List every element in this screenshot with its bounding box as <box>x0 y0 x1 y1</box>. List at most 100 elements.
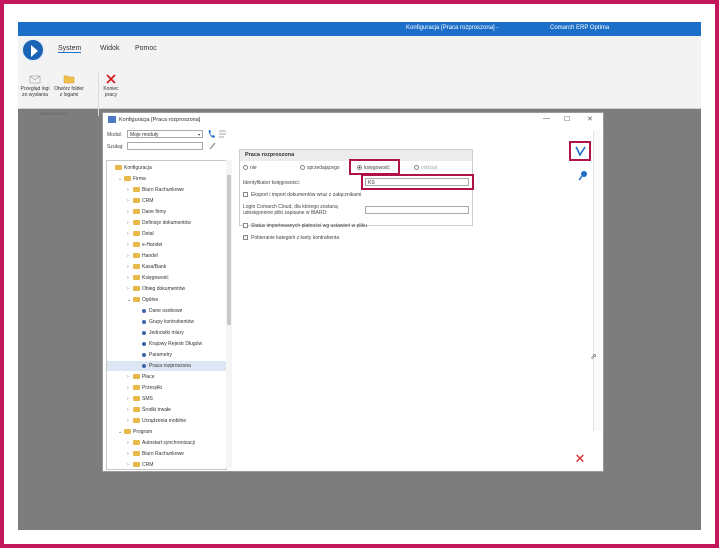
key-icon[interactable] <box>577 170 589 182</box>
tree-item[interactable]: › Dane firmy <box>107 207 226 217</box>
status-platnosci-label: Status importowanych płatności wg ustawi… <box>251 223 367 229</box>
tree-item[interactable]: › e-Handel <box>107 240 226 250</box>
tree-item[interactable]: Jednostki miary <box>107 328 226 338</box>
tree-item-label: Środki trwałe <box>142 407 171 413</box>
folder-icon <box>133 209 140 215</box>
window-close-icon[interactable]: ✕ <box>587 115 593 123</box>
tree-item[interactable]: › Kasa/Bank <box>107 262 226 272</box>
app-titlebar: Konfiguracja [Praca rozproszona] - Comar… <box>18 22 701 36</box>
folder-icon <box>133 231 140 237</box>
tree-item[interactable]: › CRM <box>107 196 226 206</box>
mouse-cursor-icon: ⇗ <box>590 352 597 361</box>
status-platnosci-checkbox[interactable]: Status importowanych płatności wg ustawi… <box>243 223 367 229</box>
dialog-right-scrollbar[interactable] <box>593 131 602 431</box>
tree-item[interactable]: ⌄ Ogólne <box>107 295 226 305</box>
radio-nie[interactable]: nie <box>243 165 257 171</box>
tree-item[interactable]: › Środki trwałe <box>107 405 226 415</box>
tree-item[interactable]: ⌄ Program <box>107 427 226 437</box>
tab-widok[interactable]: Widok <box>100 45 119 52</box>
tree-item-label: Konfiguracja <box>124 165 152 171</box>
tab-system[interactable]: System <box>58 45 82 53</box>
tree-item[interactable]: › Urządzenia mobilne <box>107 416 226 426</box>
maximize-icon[interactable]: ☐ <box>564 115 570 123</box>
tree-item[interactable]: › SMS <box>107 394 226 404</box>
folder-icon <box>63 75 75 84</box>
tree-item[interactable]: › CRM <box>107 460 226 469</box>
modul-label: Moduł: <box>107 132 123 138</box>
tree-item-label: CRM <box>142 198 154 204</box>
export-import-label: Eksport i import dokumentów wraz z załąc… <box>251 192 362 198</box>
tree-item[interactable]: › Definicje dokumentów <box>107 218 226 228</box>
tree-item[interactable]: Praca rozproszona <box>107 361 226 371</box>
przeglad-logi-label: Przegląd logi zo wysłania <box>20 86 50 98</box>
save-button[interactable] <box>569 141 591 161</box>
tree-item-label: Dane osobowe <box>149 308 183 314</box>
tree-scrollbar[interactable] <box>226 160 232 468</box>
login-input[interactable] <box>365 206 469 214</box>
folder-icon <box>133 396 140 402</box>
folder-icon <box>133 385 140 391</box>
modul-select[interactable]: Moje moduły ▾ <box>127 130 203 138</box>
kategorie-checkbox[interactable]: Pobieranie kategorii z karty kontrahenta <box>243 235 339 241</box>
login-label: Login Comarch Cloud, dla którego zostaną… <box>243 204 338 216</box>
tree-item[interactable]: › Biuro Rachunkowe <box>107 449 226 459</box>
tree-item-label: Biuro Rachunkowe <box>142 451 184 457</box>
tree-item[interactable]: Grupy kontrahentów <box>107 317 226 327</box>
modul-select-value: Moje moduły <box>130 132 159 138</box>
otworz-folder-button[interactable]: Otwórz folder z logami <box>52 74 86 98</box>
folder-icon <box>133 451 140 457</box>
kategorie-box <box>243 235 248 241</box>
app-logo-icon[interactable] <box>21 38 45 62</box>
minimize-icon[interactable]: — <box>543 115 550 122</box>
tree-item-label: Grupy kontrahentów <box>149 319 195 325</box>
tree-item[interactable]: Dane osobowe <box>107 306 226 316</box>
radio-oddzial[interactable]: oddział <box>414 165 437 171</box>
list-filter-icon[interactable] <box>218 129 227 139</box>
tree-item[interactable]: › Płace <box>107 372 226 382</box>
tree-item-label: Przesyłki <box>142 385 163 391</box>
export-import-checkbox[interactable]: Eksport i import dokumentów wraz z załąc… <box>243 192 361 198</box>
radio-sprzedajacego-circle <box>300 165 305 171</box>
tree-item[interactable]: ⌄ Firma <box>107 174 226 184</box>
tree-item[interactable]: › Detal <box>107 229 226 239</box>
screen: Konfiguracja [Praca rozproszona] - Comar… <box>18 22 701 530</box>
tree-item[interactable]: Krajowy Rejestr Długów <box>107 339 226 349</box>
tree-item-label: Definicje dokumentów <box>142 220 191 226</box>
tree-item[interactable]: › Przesyłki <box>107 383 226 393</box>
config-tree[interactable]: Konfiguracja ⌄ Firma › Biuro Rachunkowe › CRM ›… <box>106 160 227 470</box>
przeglad-logi-button[interactable]: Przegląd logi zo wysłania <box>19 74 51 98</box>
phone-icon[interactable] <box>207 129 216 139</box>
cancel-button[interactable]: ✕ <box>573 452 587 466</box>
tree-item-label: CRM <box>142 462 154 468</box>
close-icon <box>106 74 116 84</box>
panel-header-label: Praca rozproszona <box>245 152 295 158</box>
tree-item[interactable]: › Autostart synchronizacji <box>107 438 226 448</box>
tree-item-label: Urządzenia mobilne <box>142 418 187 424</box>
tree-item[interactable]: › Obieg dokumentów <box>107 284 226 294</box>
tree-item[interactable]: › Biuro Rachunkowe <box>107 185 226 195</box>
search-input[interactable] <box>127 142 203 150</box>
koniec-pracy-button[interactable]: Koniec pracy <box>101 74 121 98</box>
tree-item-label: Ogólne <box>142 297 159 303</box>
tab-pomoc[interactable]: Pomoc <box>135 45 157 52</box>
tree-item-label: Płace <box>142 374 155 380</box>
tree-item-label: Detal <box>142 231 154 237</box>
radio-sprzedajacego[interactable]: sprzedającego <box>300 165 340 171</box>
kategorie-label: Pobieranie kategorii z karty kontrahenta <box>251 235 340 241</box>
folder-icon <box>133 275 140 281</box>
tree-item[interactable]: › Handel <box>107 251 226 261</box>
tree-scrollbar-thumb[interactable] <box>227 175 231 325</box>
pencil-icon[interactable] <box>208 141 217 151</box>
tree-item[interactable]: Konfiguracja <box>107 163 226 173</box>
folder-icon <box>133 264 140 270</box>
tree-item[interactable]: › Księgowość <box>107 273 226 283</box>
folder-icon <box>133 440 140 446</box>
folder-icon <box>133 220 140 226</box>
tree-item[interactable]: Parametry <box>107 350 226 360</box>
tree-item-label: Księgowość <box>142 275 169 281</box>
highlight-ksiegowosc <box>349 159 400 175</box>
tree-item-label: Praca rozproszona <box>149 363 191 369</box>
tree-item-label: SMS <box>142 396 153 402</box>
folder-icon <box>133 242 140 248</box>
group-raportowanie: Raportowanie <box>40 111 68 116</box>
